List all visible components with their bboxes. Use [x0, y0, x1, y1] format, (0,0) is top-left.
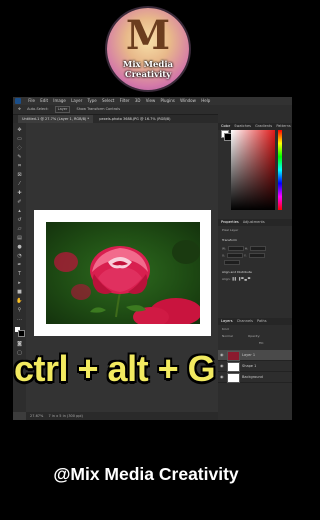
tab-paths[interactable]: Paths — [257, 319, 267, 323]
more-tools-icon[interactable]: … — [16, 316, 23, 322]
healing-brush-tool-icon[interactable]: ✚ — [16, 190, 23, 196]
width-field[interactable] — [227, 246, 244, 251]
menu-edit[interactable]: Edit — [40, 98, 48, 103]
menu-3d[interactable]: 3D — [135, 98, 141, 103]
logo-text-line2: Creativity — [124, 70, 172, 80]
zoom-level[interactable]: 27.67% — [30, 414, 43, 418]
transform-section[interactable]: Transform — [222, 238, 288, 243]
transform-angle-row — [222, 260, 288, 265]
tab-layers[interactable]: Layers — [221, 319, 233, 323]
eyedropper-tool-icon[interactable]: ⁄ — [16, 181, 23, 187]
lasso-tool-icon[interactable]: ◌ — [16, 145, 23, 151]
width-label: W: — [222, 246, 226, 251]
hand-tool-icon[interactable]: ✋ — [16, 298, 23, 304]
move-tool-icon[interactable]: ✥ — [16, 127, 23, 133]
quick-mask-icon[interactable]: ◙ — [16, 341, 23, 347]
keyboard-shortcut-caption: ctrl + alt + G — [14, 348, 216, 389]
menu-window[interactable]: Window — [180, 98, 196, 103]
tab-adjustments[interactable]: Adjustments — [243, 220, 265, 224]
document-canvas[interactable] — [34, 210, 211, 336]
tab-properties[interactable]: Properties — [221, 220, 239, 224]
frame-tool-icon[interactable]: ⊠ — [16, 172, 23, 178]
document-tabs: Untitled-1 @ 27.7% (Layer 1, RGB/8) * pe… — [13, 115, 218, 123]
color-panel-tabs: Color Swatches Gradients Patterns — [218, 123, 292, 130]
align-row: Align: ▐ ▌ ▐ ▀ ▄ ▀ — [222, 277, 288, 282]
menu-layer[interactable]: Layer — [71, 98, 82, 103]
layer-filter-row: Kind — [222, 327, 288, 332]
blend-opacity-row: Normal Opacity: — [222, 334, 288, 339]
crop-tool-icon[interactable]: ⌗ — [16, 163, 23, 169]
channel-logo: M Mix Media Creativity — [107, 8, 189, 90]
menu-file[interactable]: File — [28, 98, 35, 103]
path-selection-tool-icon[interactable]: ▸ — [16, 280, 23, 286]
channel-handle: @Mix Media Creativity — [53, 464, 239, 484]
menu-select[interactable]: Select — [102, 98, 114, 103]
transform-x-y-row: X: Y: — [222, 253, 288, 258]
properties-panel-tabs: Properties Adjustments — [218, 219, 292, 226]
quick-select-tool-icon[interactable]: ✎ — [16, 154, 23, 160]
height-label: H: — [244, 246, 249, 251]
blend-mode-dropdown[interactable]: Normal — [222, 334, 233, 338]
y-label: Y: — [244, 253, 247, 258]
align-distribute-section[interactable]: Align and Distribute — [222, 270, 288, 275]
photoshop-app-icon[interactable] — [15, 98, 21, 104]
zoom-tool-icon[interactable]: ⚲ — [16, 307, 23, 313]
pen-tool-icon[interactable]: ✒ — [16, 262, 23, 268]
eraser-tool-icon[interactable]: ▱ — [16, 226, 23, 232]
tab-untitled-1[interactable]: Untitled-1 @ 27.7% (Layer 1, RGB/8) * — [18, 115, 94, 123]
menu-view[interactable]: View — [146, 98, 156, 103]
menu-filter[interactable]: Filter — [120, 98, 130, 103]
tab-pexels-photo[interactable]: pexels-photo 3688.JPG @ 16.7% (RGB/8) — [99, 117, 170, 121]
rectangle-tool-icon[interactable]: ■ — [16, 289, 23, 295]
menu-bar: File Edit Image Layer Type Select Filter… — [13, 97, 292, 105]
opacity-label[interactable]: Opacity: — [248, 334, 260, 338]
x-label: X: — [222, 253, 226, 258]
layer-kind-label: Pixel Layer — [222, 228, 239, 232]
tab-gradients[interactable]: Gradients — [255, 124, 272, 128]
auto-select-checkbox[interactable]: Auto-Select: — [27, 107, 48, 111]
tab-color[interactable]: Color — [221, 124, 230, 128]
show-transform-controls-checkbox[interactable]: Show Transform Controls — [77, 107, 121, 111]
logo-letter: M — [125, 12, 171, 59]
rose-image — [54, 240, 200, 324]
color-picker-field[interactable] — [231, 130, 275, 210]
document-size: 7 in x 5 in (300 ppi) — [48, 414, 83, 418]
fill-label[interactable]: Fill: — [259, 341, 264, 345]
align-label: Align: — [222, 277, 231, 281]
x-field[interactable] — [227, 253, 244, 258]
layers-panel-tabs: Layers Channels Paths — [218, 318, 292, 325]
brush-tool-icon[interactable]: ✐ — [16, 199, 23, 205]
move-tool-icon[interactable]: ✥ — [18, 107, 21, 111]
type-tool-icon[interactable]: T — [16, 271, 23, 277]
menu-image[interactable]: Image — [53, 98, 66, 103]
lock-fill-row: Fill: — [222, 341, 288, 346]
align-icons[interactable]: ▐ ▌ ▐ ▀ ▄ ▀ — [232, 277, 251, 281]
status-bar: 27.67% 7 in x 5 in (300 ppi) — [26, 412, 218, 420]
menu-type[interactable]: Type — [88, 98, 97, 103]
menu-plugins[interactable]: Plugins — [161, 98, 175, 103]
dodge-tool-icon[interactable]: ◔ — [16, 253, 23, 259]
auto-select-target-dropdown[interactable]: Layer — [54, 106, 71, 113]
gradient-tool-icon[interactable]: ▤ — [16, 235, 23, 241]
background-color-swatch[interactable] — [18, 330, 25, 337]
hue-slider[interactable] — [278, 130, 282, 210]
tab-swatches[interactable]: Swatches — [234, 124, 251, 128]
menu-help[interactable]: Help — [201, 98, 210, 103]
tab-channels[interactable]: Channels — [237, 319, 253, 323]
blur-tool-icon[interactable]: ● — [16, 244, 23, 250]
angle-field[interactable] — [224, 260, 240, 265]
height-field[interactable] — [250, 246, 267, 251]
logo-text-line1: Mix Media — [122, 60, 174, 70]
marquee-tool-icon[interactable]: ▭ — [16, 136, 23, 142]
y-field[interactable] — [248, 253, 265, 258]
layer-kind-filter[interactable]: Kind — [222, 327, 229, 331]
rose-photo-layer[interactable] — [46, 222, 200, 324]
history-brush-tool-icon[interactable]: ↺ — [16, 217, 23, 223]
tab-patterns[interactable]: Patterns — [276, 124, 290, 128]
clone-stamp-tool-icon[interactable]: ▴ — [16, 208, 23, 214]
transform-w-h-row: W: H: — [222, 246, 288, 251]
